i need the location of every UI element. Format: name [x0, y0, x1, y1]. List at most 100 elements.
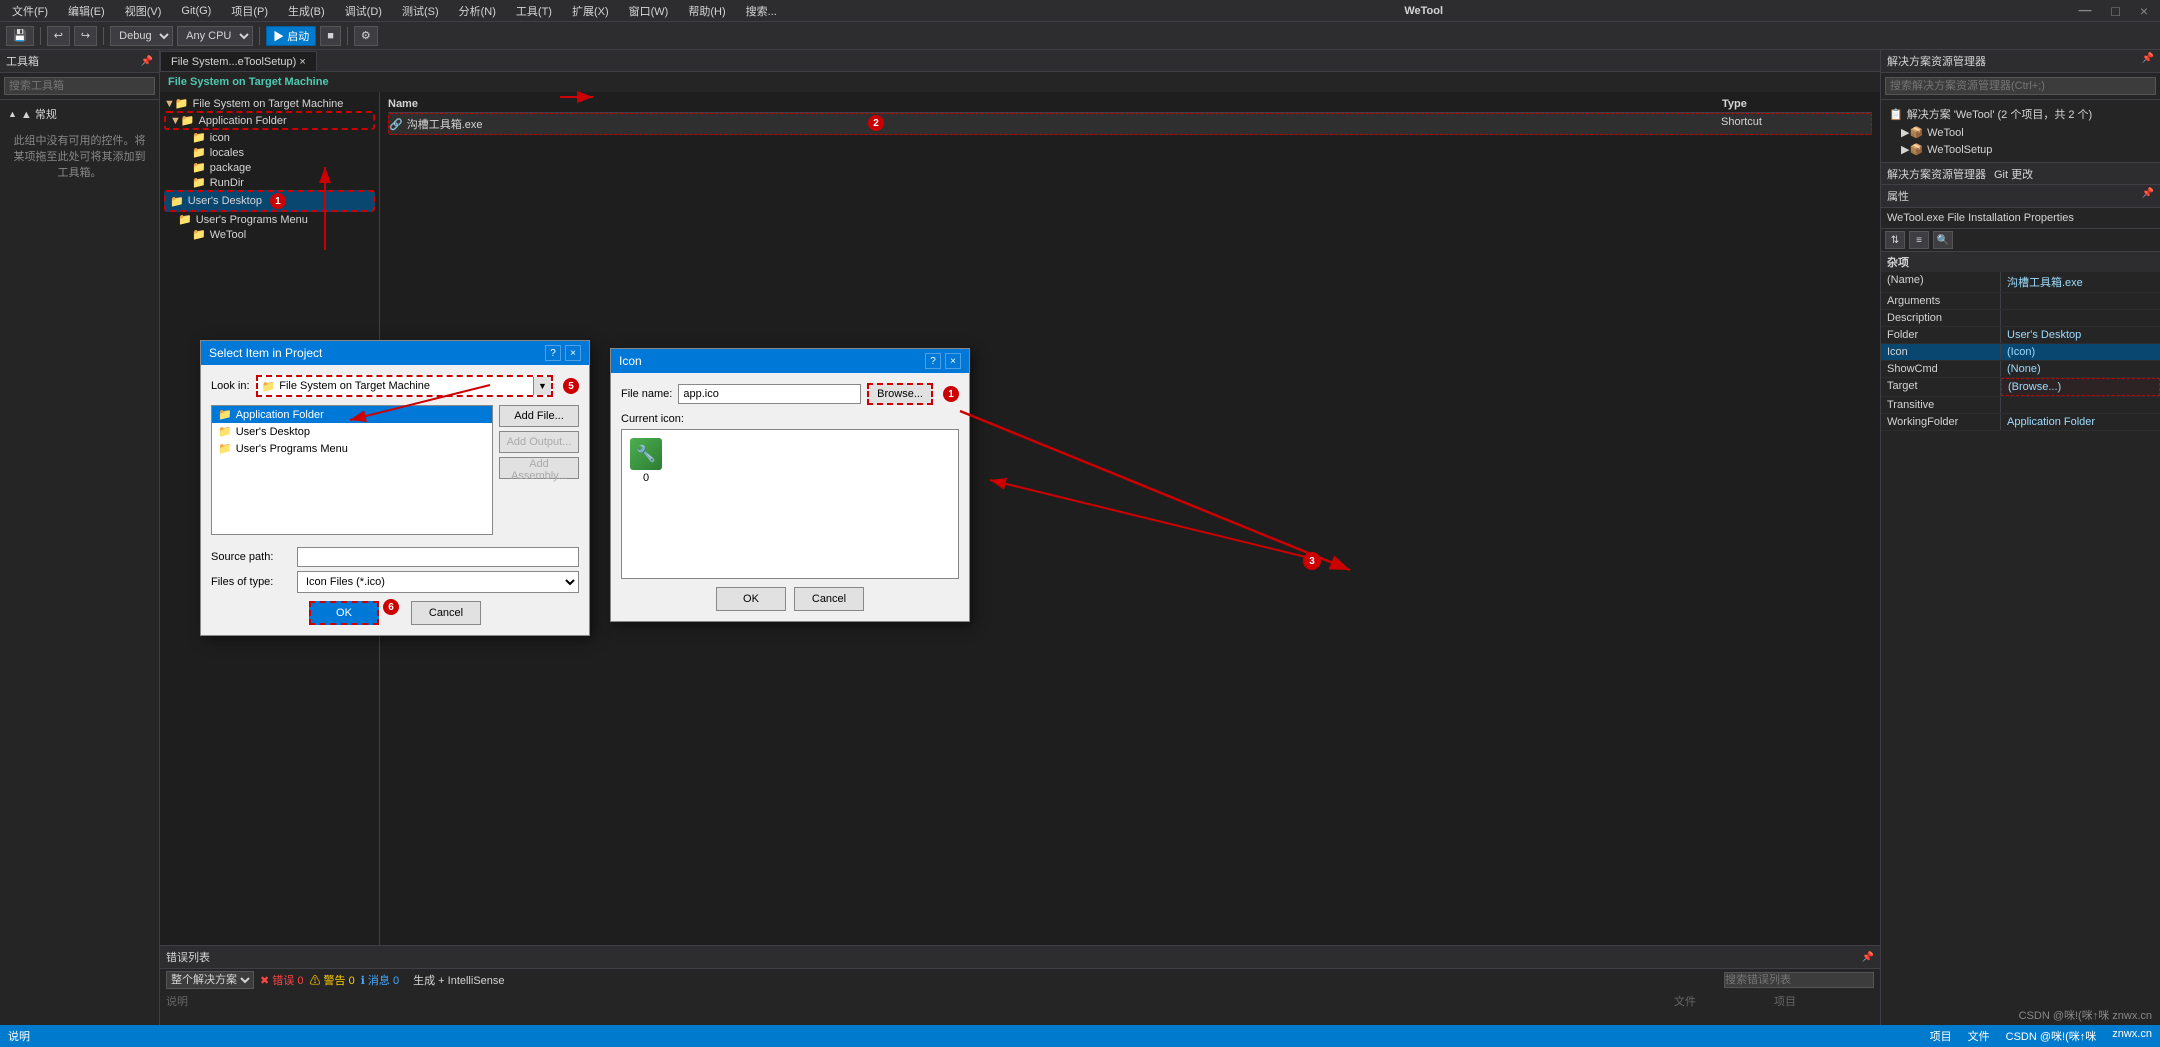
run-button[interactable]: ▶ 启动 [266, 26, 316, 46]
toolbox-general-item[interactable]: ▲ ▲ 常规 [4, 104, 155, 124]
look-in-dropdown-btn[interactable]: ▼ [533, 377, 551, 395]
sol-wetoolsetup-label: WeToolSetup [1927, 144, 1992, 156]
select-item-close[interactable]: × [565, 345, 581, 361]
menu-help[interactable]: 帮助(H) [684, 1, 729, 21]
toolbox-pin[interactable]: 📌 [141, 56, 153, 67]
filetype-select[interactable]: Icon Files (*.ico) [297, 571, 579, 593]
sol-wetoolsetup-item[interactable]: ▶📦 WeToolSetup [1885, 141, 2156, 158]
sol-wetool-item[interactable]: ▶📦 WeTool [1885, 124, 2156, 141]
props-val: 沟槽工具箱.exe [2001, 272, 2160, 292]
toolbar-redo[interactable]: ↪ [74, 26, 97, 46]
menu-tools[interactable]: 工具(T) [512, 1, 556, 21]
props-key: Transitive [1881, 397, 2001, 413]
fs-icon-folder[interactable]: 📁 icon [164, 130, 375, 145]
browse-btn[interactable]: Browse... [867, 383, 933, 405]
annotation-2: 2 [868, 115, 884, 131]
icon-number: 0 [643, 472, 649, 484]
props-val[interactable]: (Browse...) [2001, 378, 2160, 396]
fs-rundir-folder[interactable]: 📁 RunDir [164, 175, 375, 190]
icon-image: 🔧 [630, 438, 662, 470]
toolbox-general-label: ▲ 常规 [21, 106, 57, 122]
error-panel-pin[interactable]: 📌 [1862, 952, 1874, 963]
menu-window[interactable]: 窗口(W) [625, 1, 673, 21]
icon-item-0[interactable]: 🔧 0 [630, 438, 662, 484]
maximize-btn[interactable]: □ [2107, 1, 2123, 21]
solution-search-input[interactable] [1885, 77, 2156, 95]
select-item-cancel-btn[interactable]: Cancel [411, 601, 481, 625]
fs-tab[interactable]: File System...eToolSetup) × [160, 51, 317, 71]
toolbox-search-input[interactable] [4, 77, 155, 95]
fs-locales-folder[interactable]: 📁 locales [164, 145, 375, 160]
select-item-titlebar: Select Item in Project ? × [201, 341, 589, 365]
toolbar-extra[interactable]: ⚙ [354, 26, 378, 46]
git-changes-label[interactable]: Git 更改 [1994, 166, 2033, 182]
scope-select[interactable]: 整个解决方案 [166, 971, 254, 989]
fs-root-header: File System on Target Machine [160, 72, 1880, 92]
props-filter-btn[interactable]: 🔍 [1933, 231, 1953, 249]
minimize-btn[interactable]: ─ [2075, 0, 2096, 23]
props-category-btn[interactable]: ≡ [1909, 231, 1929, 249]
props-row-Description[interactable]: Description [1881, 310, 2160, 327]
menu-debug[interactable]: 调试(D) [341, 1, 386, 21]
select-item-dialog[interactable]: Select Item in Project ? × Look in: 📁 Fi… [200, 340, 590, 636]
props-row--Name-[interactable]: (Name)沟槽工具箱.exe [1881, 272, 2160, 293]
toolbar-undo[interactable]: ↩ [47, 26, 70, 46]
git-sol-label[interactable]: 解决方案资源管理器 [1887, 166, 1986, 182]
fs-root-item[interactable]: ▼📁 File System on Target Machine [164, 96, 375, 111]
props-row-WorkingFolder[interactable]: WorkingFolderApplication Folder [1881, 414, 2160, 431]
fs-wetool-folder[interactable]: 📁 WeTool [164, 227, 375, 242]
select-item-help[interactable]: ? [545, 345, 561, 361]
select-item-ok-btn[interactable]: OK [309, 601, 379, 625]
fs-app-folder[interactable]: ▼📁 Application Folder [164, 111, 375, 130]
icon-dialog[interactable]: Icon ? × File name: Browse... 1 Current … [610, 348, 970, 622]
sol-solution-item[interactable]: 📋 解决方案 'WeTool' (2 个项目，共 2 个) [1885, 104, 2156, 124]
icon-close-btn[interactable]: × [945, 353, 961, 369]
menu-analyze[interactable]: 分析(N) [455, 1, 500, 21]
menu-extensions[interactable]: 扩展(X) [568, 1, 613, 21]
toolbar-save[interactable]: 💾 [6, 26, 34, 46]
props-pin[interactable]: 📌 [2142, 188, 2154, 199]
cpu-select[interactable]: Any CPU [177, 26, 253, 46]
fs-package-folder[interactable]: 📁 package [164, 160, 375, 175]
error-search-input[interactable] [1724, 972, 1874, 988]
close-btn[interactable]: × [2136, 1, 2152, 21]
package-folder-icon: 📁 [192, 161, 206, 174]
props-row-Arguments[interactable]: Arguments [1881, 293, 2160, 310]
add-btn-0[interactable]: Add File... [499, 405, 579, 427]
menu-build[interactable]: 生成(B) [284, 1, 329, 21]
props-row-Target[interactable]: Target(Browse...) [1881, 378, 2160, 397]
icon-ok-btn[interactable]: OK [716, 587, 786, 611]
menu-file[interactable]: 文件(F) [8, 1, 52, 21]
fs-desktop-folder[interactable]: 📁 User's Desktop 1 [164, 190, 375, 212]
props-row-Folder[interactable]: FolderUser's Desktop [1881, 327, 2160, 344]
se-pin[interactable]: 📌 [2142, 53, 2154, 69]
icon-help-btn[interactable]: ? [925, 353, 941, 369]
props-row-ShowCmd[interactable]: ShowCmd(None) [1881, 361, 2160, 378]
toolbox-search-area [0, 73, 159, 100]
annotation-6: 6 [383, 599, 399, 615]
fs-programs-folder[interactable]: 📁 User's Programs Menu [164, 212, 375, 227]
folder-app-folder[interactable]: 📁 Application Folder [212, 406, 492, 423]
menu-search[interactable]: 搜索... [742, 1, 781, 21]
menu-test[interactable]: 测试(S) [398, 1, 443, 21]
add-btn-1[interactable]: Add Output... [499, 431, 579, 453]
debug-mode-select[interactable]: Debug [110, 26, 173, 46]
source-path-input[interactable] [297, 547, 579, 567]
icon-cancel-btn[interactable]: Cancel [794, 587, 864, 611]
menu-project[interactable]: 项目(P) [227, 1, 272, 21]
menu-view[interactable]: 视图(V) [121, 1, 166, 21]
props-row-Transitive[interactable]: Transitive [1881, 397, 2160, 414]
stop-button[interactable]: ■ [320, 26, 341, 46]
add-btn-2[interactable]: Add Assembly... [499, 457, 579, 479]
props-row-Icon[interactable]: Icon(Icon) [1881, 344, 2160, 361]
props-sort-btn[interactable]: ⇅ [1885, 231, 1905, 249]
solution-tree: 📋 解决方案 'WeTool' (2 个项目，共 2 个) ▶📦 WeTool … [1881, 100, 2160, 162]
file-name-input[interactable] [678, 384, 861, 404]
menu-edit[interactable]: 编辑(E) [64, 1, 109, 21]
menu-git[interactable]: Git(G) [177, 3, 215, 19]
look-in-combo[interactable]: 📁 File System on Target Machine ▼ [256, 375, 553, 397]
folder-programs-menu[interactable]: 📁 User's Programs Menu [212, 440, 492, 457]
tree-arrow: ▲ [8, 109, 17, 119]
shortcut-file-row[interactable]: 🔗 沟槽工具箱.exe Shortcut [388, 113, 1872, 135]
folder-users-desktop[interactable]: 📁 User's Desktop [212, 423, 492, 440]
